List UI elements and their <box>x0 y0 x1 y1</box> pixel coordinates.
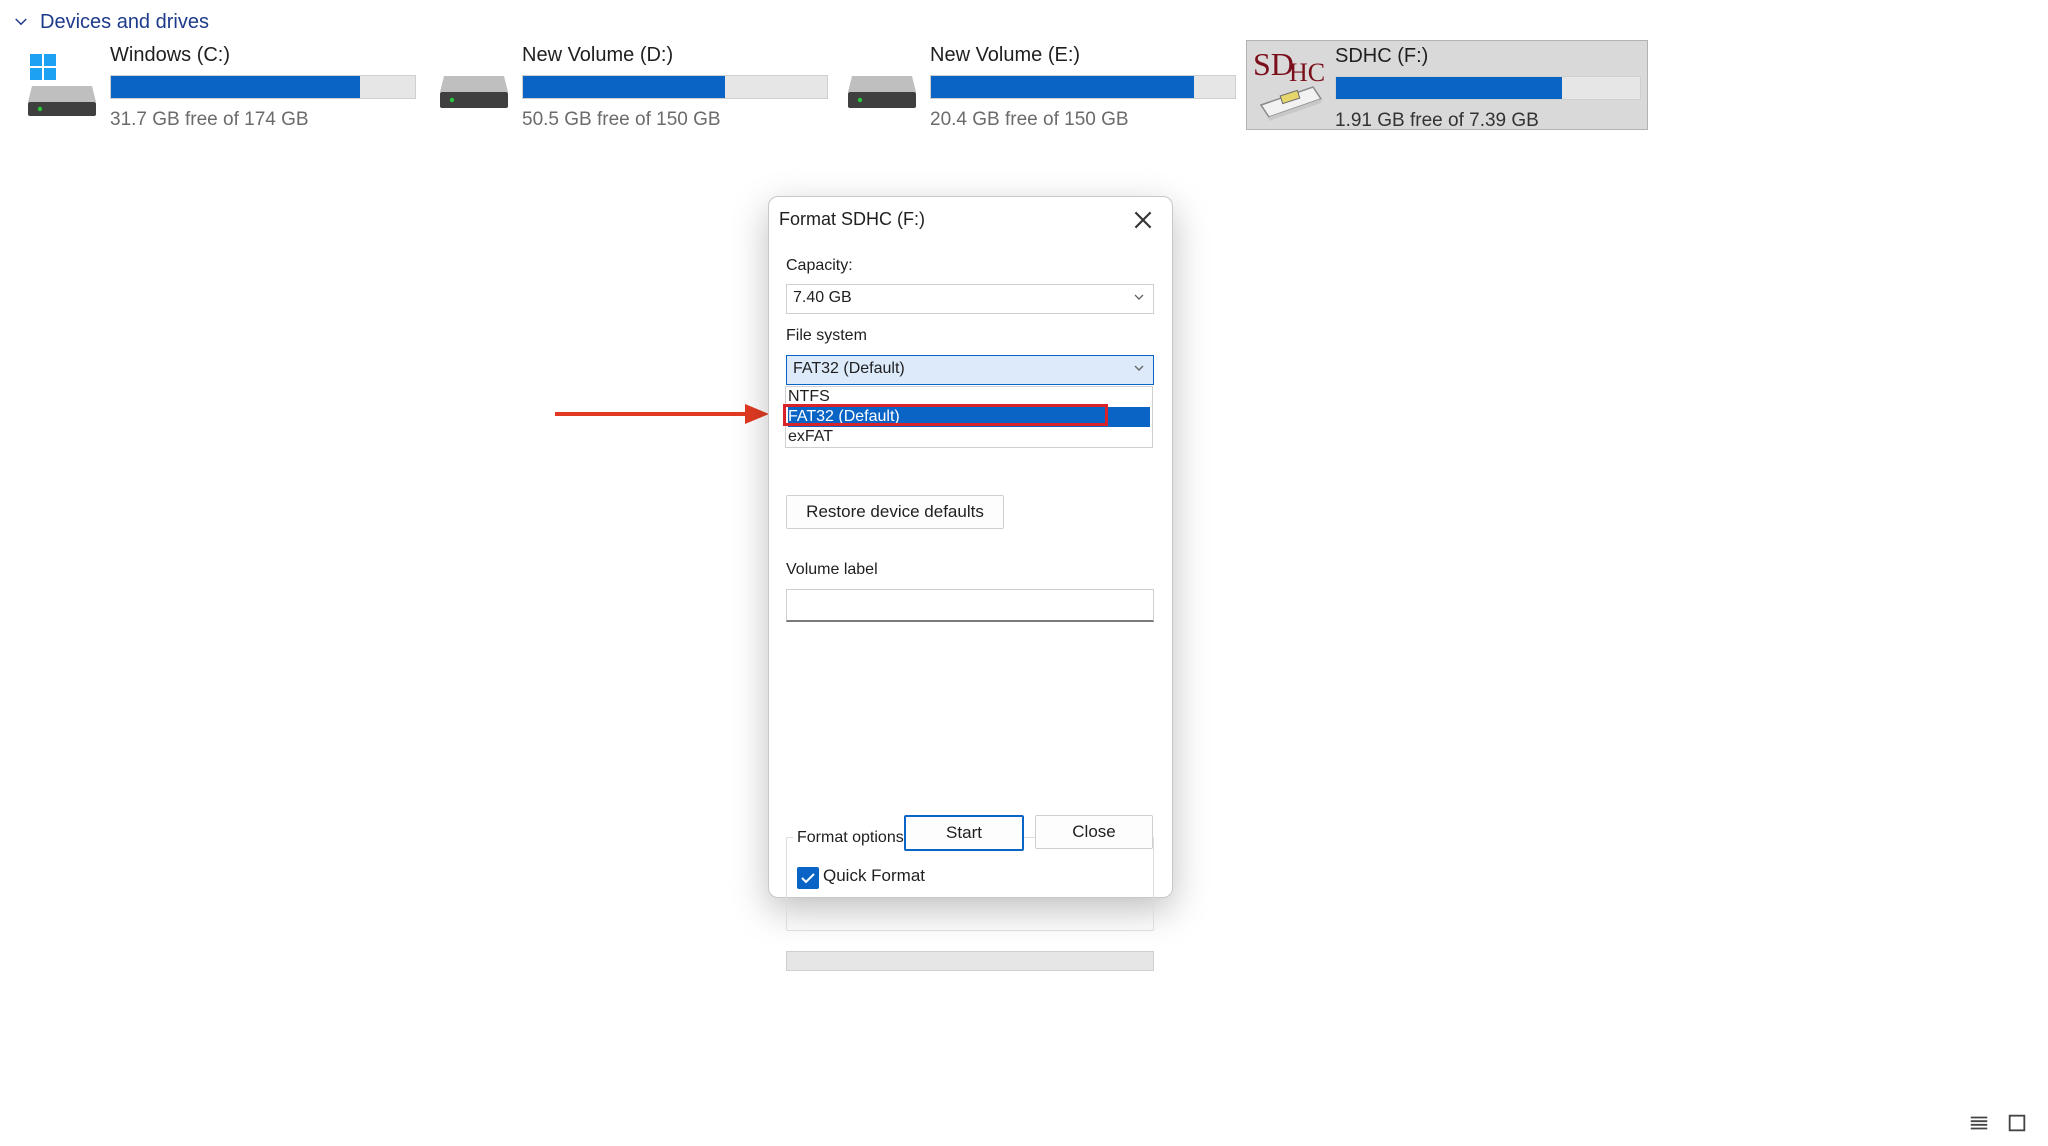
volume-label-input[interactable] <box>786 589 1154 622</box>
hdd-icon <box>438 46 510 118</box>
close-icon[interactable] <box>1130 207 1156 233</box>
file-system-label: File system <box>786 327 867 344</box>
file-system-select[interactable]: FAT32 (Default) <box>786 355 1154 385</box>
capacity-label: Capacity: <box>786 257 853 274</box>
section-title: Devices and drives <box>40 10 209 33</box>
drive-usage-fill <box>931 76 1194 98</box>
format-options-title: Format options <box>793 829 908 847</box>
svg-text:SD: SD <box>1253 47 1294 82</box>
hdd-icon <box>846 46 918 118</box>
highlight-box <box>783 404 1108 426</box>
details-view-icon[interactable] <box>1968 1112 1990 1134</box>
drive-name: New Volume (E:) <box>930 44 1081 66</box>
dropdown-caret-icon[interactable] <box>1131 360 1147 376</box>
capacity-select[interactable]: 7.40 GB <box>786 284 1154 314</box>
drive-tile-f[interactable]: SD HC SDHC (F:) 1.91 GB free of 7.39 GB <box>1246 40 1648 131</box>
option-exfat[interactable]: exFAT <box>788 427 1150 447</box>
quick-format-label[interactable]: Quick Format <box>823 866 925 886</box>
restore-defaults-button[interactable]: Restore device defaults <box>786 495 1004 529</box>
tiles-view-icon[interactable] <box>2006 1112 2028 1134</box>
format-progress-bar <box>786 951 1154 971</box>
file-system-value: FAT32 (Default) <box>793 360 905 377</box>
quick-format-checkbox[interactable] <box>797 867 819 889</box>
close-button[interactable]: Close <box>1035 815 1153 849</box>
drive-free-text: 20.4 GB free of 150 GB <box>930 109 1129 130</box>
format-dialog: Format SDHC (F:) Capacity: 7.40 GB File … <box>768 196 1173 971</box>
drive-usage-fill <box>1336 77 1562 99</box>
drive-usage-fill <box>523 76 725 98</box>
drive-usage-bar <box>930 75 1236 99</box>
view-toggle-group <box>1968 1112 2028 1134</box>
sdhc-card-icon: SD HC <box>1251 46 1325 121</box>
drive-usage-bar <box>1335 76 1641 100</box>
drive-name: Windows (C:) <box>110 44 231 66</box>
drive-free-text: 31.7 GB free of 174 GB <box>110 109 309 130</box>
windows-drive-icon <box>26 46 98 118</box>
dropdown-caret-icon[interactable] <box>1131 289 1147 305</box>
drive-usage-bar <box>110 75 416 99</box>
chevron-down-icon[interactable] <box>12 13 30 31</box>
checkmark-icon <box>801 873 815 884</box>
drive-free-text: 1.91 GB free of 7.39 GB <box>1335 110 1539 131</box>
drive-tile-e[interactable]: New Volume (E:) 20.4 GB free of 150 GB <box>846 40 1244 130</box>
red-arrow-icon <box>555 404 769 424</box>
svg-text:HC: HC <box>1289 58 1325 87</box>
drive-free-text: 50.5 GB free of 150 GB <box>522 109 721 130</box>
devices-and-drives-header[interactable]: Devices and drives <box>12 8 209 36</box>
start-button[interactable]: Start <box>904 815 1024 851</box>
dialog-title: Format SDHC (F:) <box>779 209 925 229</box>
drive-name: SDHC (F:) <box>1335 45 1429 67</box>
volume-label-label: Volume label <box>786 561 878 578</box>
drive-name: New Volume (D:) <box>522 44 674 66</box>
capacity-value: 7.40 GB <box>793 289 852 306</box>
drive-tile-c[interactable]: Windows (C:) 31.7 GB free of 174 GB <box>26 40 424 130</box>
drive-usage-fill <box>111 76 360 98</box>
drive-usage-bar <box>522 75 828 99</box>
drive-tile-d[interactable]: New Volume (D:) 50.5 GB free of 150 GB <box>438 40 836 130</box>
